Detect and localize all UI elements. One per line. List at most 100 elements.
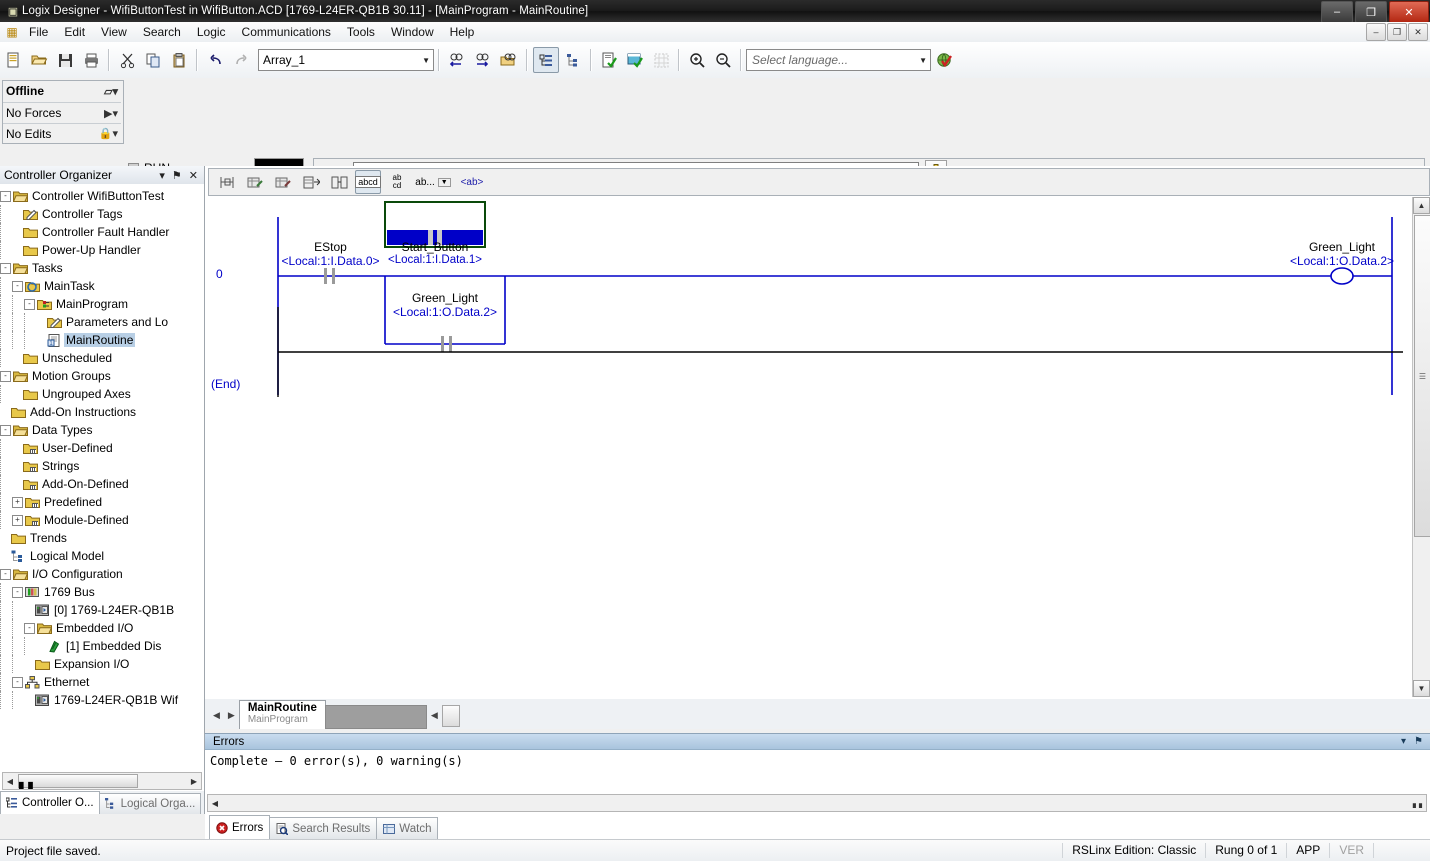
collapse-icon[interactable]: - (0, 568, 11, 580)
errors-pin-icon[interactable]: ⚑ (1414, 736, 1423, 747)
collapse-icon[interactable]: - (0, 262, 11, 274)
tree-item-logical-model[interactable]: Logical Model (0, 547, 204, 565)
tree-item-power-up-handler[interactable]: Power-Up Handler (0, 241, 204, 259)
routine-hscroll-thumb[interactable] (441, 705, 460, 727)
controller-tree[interactable]: - Controller WifiButtonTest Controller Tag… (0, 184, 204, 770)
organizer-dropdown-icon[interactable]: ▾ (159, 169, 165, 182)
grid-button[interactable] (649, 48, 673, 72)
menu-tools[interactable]: Tools (339, 23, 383, 41)
tree-item-1769-l24er-qb1b-wif[interactable]: 1769-L24ER-QB1B Wif (0, 691, 204, 709)
organizer-close-icon[interactable]: ✕ (189, 169, 198, 182)
lock-icon[interactable]: 🔒▾ (99, 127, 118, 140)
collapse-icon[interactable]: - (24, 298, 35, 310)
chevron-down-icon[interactable]: ▼ (437, 177, 451, 187)
organizer-pin-icon[interactable]: ⚑ (172, 169, 182, 182)
tree-item-data-types[interactable]: - Data Types (0, 421, 204, 439)
menu-logic[interactable]: Logic (189, 23, 234, 41)
tree-item-predefined[interactable]: + Predefined (0, 493, 204, 511)
undo-button[interactable] (203, 48, 227, 72)
ladder-diagram[interactable] (205, 197, 1413, 697)
show-tag-names-button[interactable]: <ab> (457, 171, 487, 193)
tree-item-expansion-i-o[interactable]: Expansion I/O (0, 655, 204, 673)
tree-item-0-1769-l24er-qb1b[interactable]: [0] 1769-L24ER-QB1B (0, 601, 204, 619)
scroll-up-icon[interactable]: ▲ (1413, 197, 1430, 214)
menu-view[interactable]: View (93, 23, 135, 41)
tree-item-trends[interactable]: Trends (0, 529, 204, 547)
controller-organizer-toggle[interactable] (533, 47, 559, 73)
tree-item-module-defined[interactable]: + Module-Defined (0, 511, 204, 529)
tree-item-embedded-i-o[interactable]: - Embedded I/O (0, 619, 204, 637)
scroll-right-icon[interactable]: ▶ (187, 777, 201, 786)
tab-search-results[interactable]: Search Results (269, 817, 378, 839)
editor-vertical-scrollbar[interactable]: ▲ ☰ ▼ (1412, 197, 1430, 697)
routine-scroll-right-icon[interactable]: ▶ (224, 710, 239, 721)
collapse-icon[interactable]: - (0, 424, 11, 436)
organizer-horizontal-scrollbar[interactable]: ◀ ▖▖ ▶ (2, 772, 202, 790)
collapse-icon[interactable]: - (12, 586, 23, 598)
tree-item-i-o-configuration[interactable]: - I/O Configuration (0, 565, 204, 583)
scroll-left-icon[interactable]: ◀ (208, 799, 222, 808)
scroll-left-icon[interactable]: ◀ (3, 777, 17, 786)
tree-item-unscheduled[interactable]: Unscheduled (0, 349, 204, 367)
toggle-rung-icon[interactable] (215, 171, 239, 193)
tab-errors[interactable]: Errors (209, 815, 271, 839)
menu-edit[interactable]: Edit (56, 23, 93, 41)
tree-item-add-on-instructions[interactable]: Add-On Instructions (0, 403, 204, 421)
menu-window[interactable]: Window (383, 23, 442, 41)
tree-item-tasks[interactable]: - Tasks (0, 259, 204, 277)
tree-item-parameters-and-lo[interactable]: Parameters and Lo (0, 313, 204, 331)
show-two-line-button[interactable]: ab cd (385, 171, 409, 193)
tab-logical-organizer[interactable]: Logical Orga... (98, 793, 202, 814)
new-file-button[interactable] (1, 48, 25, 72)
edit-rung-icon[interactable] (243, 171, 267, 193)
print-button[interactable] (79, 48, 103, 72)
tree-item-controller-fault-handler[interactable]: Controller Fault Handler (0, 223, 204, 241)
mdi-minimize-button[interactable]: – (1366, 23, 1386, 41)
expand-icon[interactable]: + (12, 514, 23, 526)
collapse-icon[interactable]: - (0, 190, 11, 202)
tree-item-controller-tags[interactable]: Controller Tags (0, 205, 204, 223)
tab-watch[interactable]: Watch (376, 817, 439, 839)
tree-item-maintask[interactable]: - MainTask (0, 277, 204, 295)
mdi-close-button[interactable]: ✕ (1408, 23, 1428, 41)
paste-button[interactable] (167, 48, 191, 72)
tree-item-ungrouped-axes[interactable]: Ungrouped Axes (0, 385, 204, 403)
scroll-grip-icon[interactable]: ▖▖ (1412, 799, 1426, 808)
open-file-button[interactable] (27, 48, 51, 72)
tree-item-strings[interactable]: Strings (0, 457, 204, 475)
verify-controller-button[interactable] (623, 48, 647, 72)
redo-button[interactable] (229, 48, 253, 72)
online-status-dropdown-icon[interactable]: ▱▾ (104, 85, 118, 98)
cancel-edits-icon[interactable] (327, 171, 351, 193)
description-dropdown-button[interactable]: ab... ▼ (413, 171, 453, 193)
tag-selector-combo[interactable]: Array_1 ▼ (258, 49, 434, 71)
logical-organizer-toggle[interactable] (561, 48, 585, 72)
cut-button[interactable] (115, 48, 139, 72)
expand-icon[interactable]: + (12, 496, 23, 508)
collapse-icon[interactable]: - (0, 370, 11, 382)
mdi-restore-button[interactable]: ❐ (1387, 23, 1407, 41)
globe-check-icon[interactable] (932, 48, 956, 72)
save-button[interactable] (53, 48, 77, 72)
zoom-out-button[interactable] (711, 48, 735, 72)
menu-file[interactable]: File (21, 23, 56, 41)
zoom-in-button[interactable] (685, 48, 709, 72)
maximize-button[interactable]: ❐ (1355, 1, 1387, 23)
browse-button[interactable] (497, 48, 521, 72)
tree-item-motion-groups[interactable]: - Motion Groups (0, 367, 204, 385)
close-button[interactable]: ✕ (1389, 1, 1429, 23)
routine-scroll-left-icon[interactable]: ◀ (209, 710, 224, 721)
collapse-icon[interactable]: - (12, 280, 23, 292)
search-forward-button[interactable] (471, 48, 495, 72)
minimize-button[interactable]: – (1321, 1, 1353, 23)
edit-rung-2-icon[interactable] (271, 171, 295, 193)
show-description-button[interactable]: abcd (355, 170, 381, 194)
tree-item-ethernet[interactable]: - Ethernet (0, 673, 204, 691)
collapse-icon[interactable]: - (24, 622, 35, 634)
tree-item-mainroutine[interactable]: 1 MainRoutine (0, 331, 204, 349)
tree-item-mainprogram[interactable]: - MainProgram (0, 295, 204, 313)
accept-edits-icon[interactable] (299, 171, 323, 193)
edits-row[interactable]: No Edits 🔒▾ (3, 123, 121, 143)
tree-item-add-on-defined[interactable]: Add-On-Defined (0, 475, 204, 493)
language-selector[interactable]: Select language... ▼ (746, 49, 931, 71)
